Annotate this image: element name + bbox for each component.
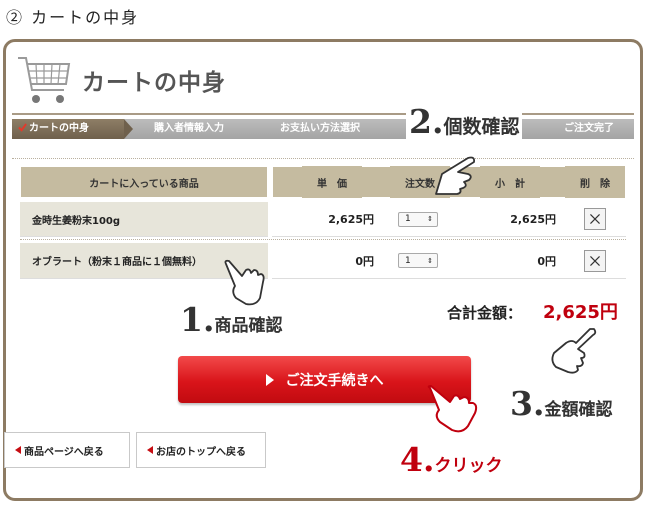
annotation-1-number: 1.	[180, 300, 215, 339]
header-subtotal: 小 計	[480, 166, 540, 198]
delete-icon[interactable]	[584, 249, 606, 272]
back-to-shop-top-button[interactable]: お店のトップへ戻る	[136, 432, 266, 468]
step-arrow	[124, 119, 133, 139]
annotation-3-number: 3.	[510, 384, 545, 423]
annotation-4-number: 4.	[400, 440, 435, 479]
table-row: 金時生姜粉末100g 2,625円 1 ⇕ 2,625円	[20, 202, 626, 237]
header-delete: 削 除	[565, 166, 625, 198]
pointing-hand-icon	[551, 328, 597, 374]
cart-title: カートの中身	[82, 70, 226, 96]
order-button-label: ご注文手続きへ	[285, 372, 384, 389]
quantity-cell: 1 ⇕	[398, 243, 448, 279]
pointing-hand-icon	[224, 259, 265, 306]
annotation-4-text: クリック	[434, 456, 503, 476]
table-header: カートに入っている商品 単 価 注文数 小 計 削 除	[20, 166, 626, 198]
subtotal: 2,625円	[470, 202, 556, 237]
header-price: 単 価	[302, 166, 362, 198]
left-arrow-icon	[147, 446, 153, 454]
quantity-cell: 1 ⇕	[398, 202, 448, 237]
pointing-hand-icon	[435, 156, 476, 195]
divider	[12, 158, 634, 159]
annotation-1-text: 商品確認	[214, 316, 283, 336]
delete-cell	[584, 202, 608, 237]
annotation-3: 3.金額確認	[510, 384, 612, 423]
step-buyer-info: 購入者情報入力	[154, 123, 224, 134]
total-value: 2,625円	[543, 302, 618, 323]
table-row: オブラート（粉末１商品に１個無料） 0円 1 ⇕ 0円	[20, 243, 626, 279]
step-cart-label: カートの中身	[29, 123, 89, 134]
annotation-2-number: 2.	[409, 102, 444, 141]
product-name: 金時生姜粉末100g	[20, 202, 268, 237]
play-icon	[265, 373, 274, 386]
delete-icon[interactable]	[584, 208, 606, 230]
quantity-select[interactable]: 1 ⇕	[398, 211, 438, 227]
annotation-4: 4.クリック	[400, 440, 502, 479]
annotation-2: 2.個数確認	[406, 102, 523, 141]
title-divider	[12, 113, 634, 115]
annotation-3-text: 金額確認	[544, 400, 613, 420]
check-icon	[18, 123, 27, 132]
back-to-shop-top-label: お店のトップへ戻る	[156, 446, 246, 458]
shopping-cart-icon	[18, 57, 71, 103]
page-heading: ② カートの中身	[6, 8, 140, 27]
back-to-product-button[interactable]: 商品ページへ戻る	[4, 432, 130, 468]
unit-price: 0円	[290, 243, 374, 279]
quantity-select[interactable]: 1 ⇕	[398, 253, 438, 268]
delete-cell	[584, 243, 608, 279]
header-product: カートに入っている商品	[20, 166, 268, 198]
total-label: 合計金額：	[447, 304, 523, 322]
left-arrow-icon	[15, 446, 21, 454]
row-divider	[20, 239, 626, 240]
progress-steps: カートの中身 購入者情報入力 お支払い方法選択 ご注文完了	[12, 119, 634, 139]
step-cart: カートの中身	[12, 119, 124, 139]
pointing-hand-icon	[427, 385, 478, 433]
step-payment: お支払い方法選択	[280, 123, 360, 134]
subtotal: 0円	[470, 243, 556, 279]
back-to-product-label: 商品ページへ戻る	[24, 446, 104, 458]
step-complete: ご注文完了	[564, 123, 614, 134]
annotation-2-text: 個数確認	[443, 116, 520, 138]
unit-price: 2,625円	[290, 202, 374, 237]
